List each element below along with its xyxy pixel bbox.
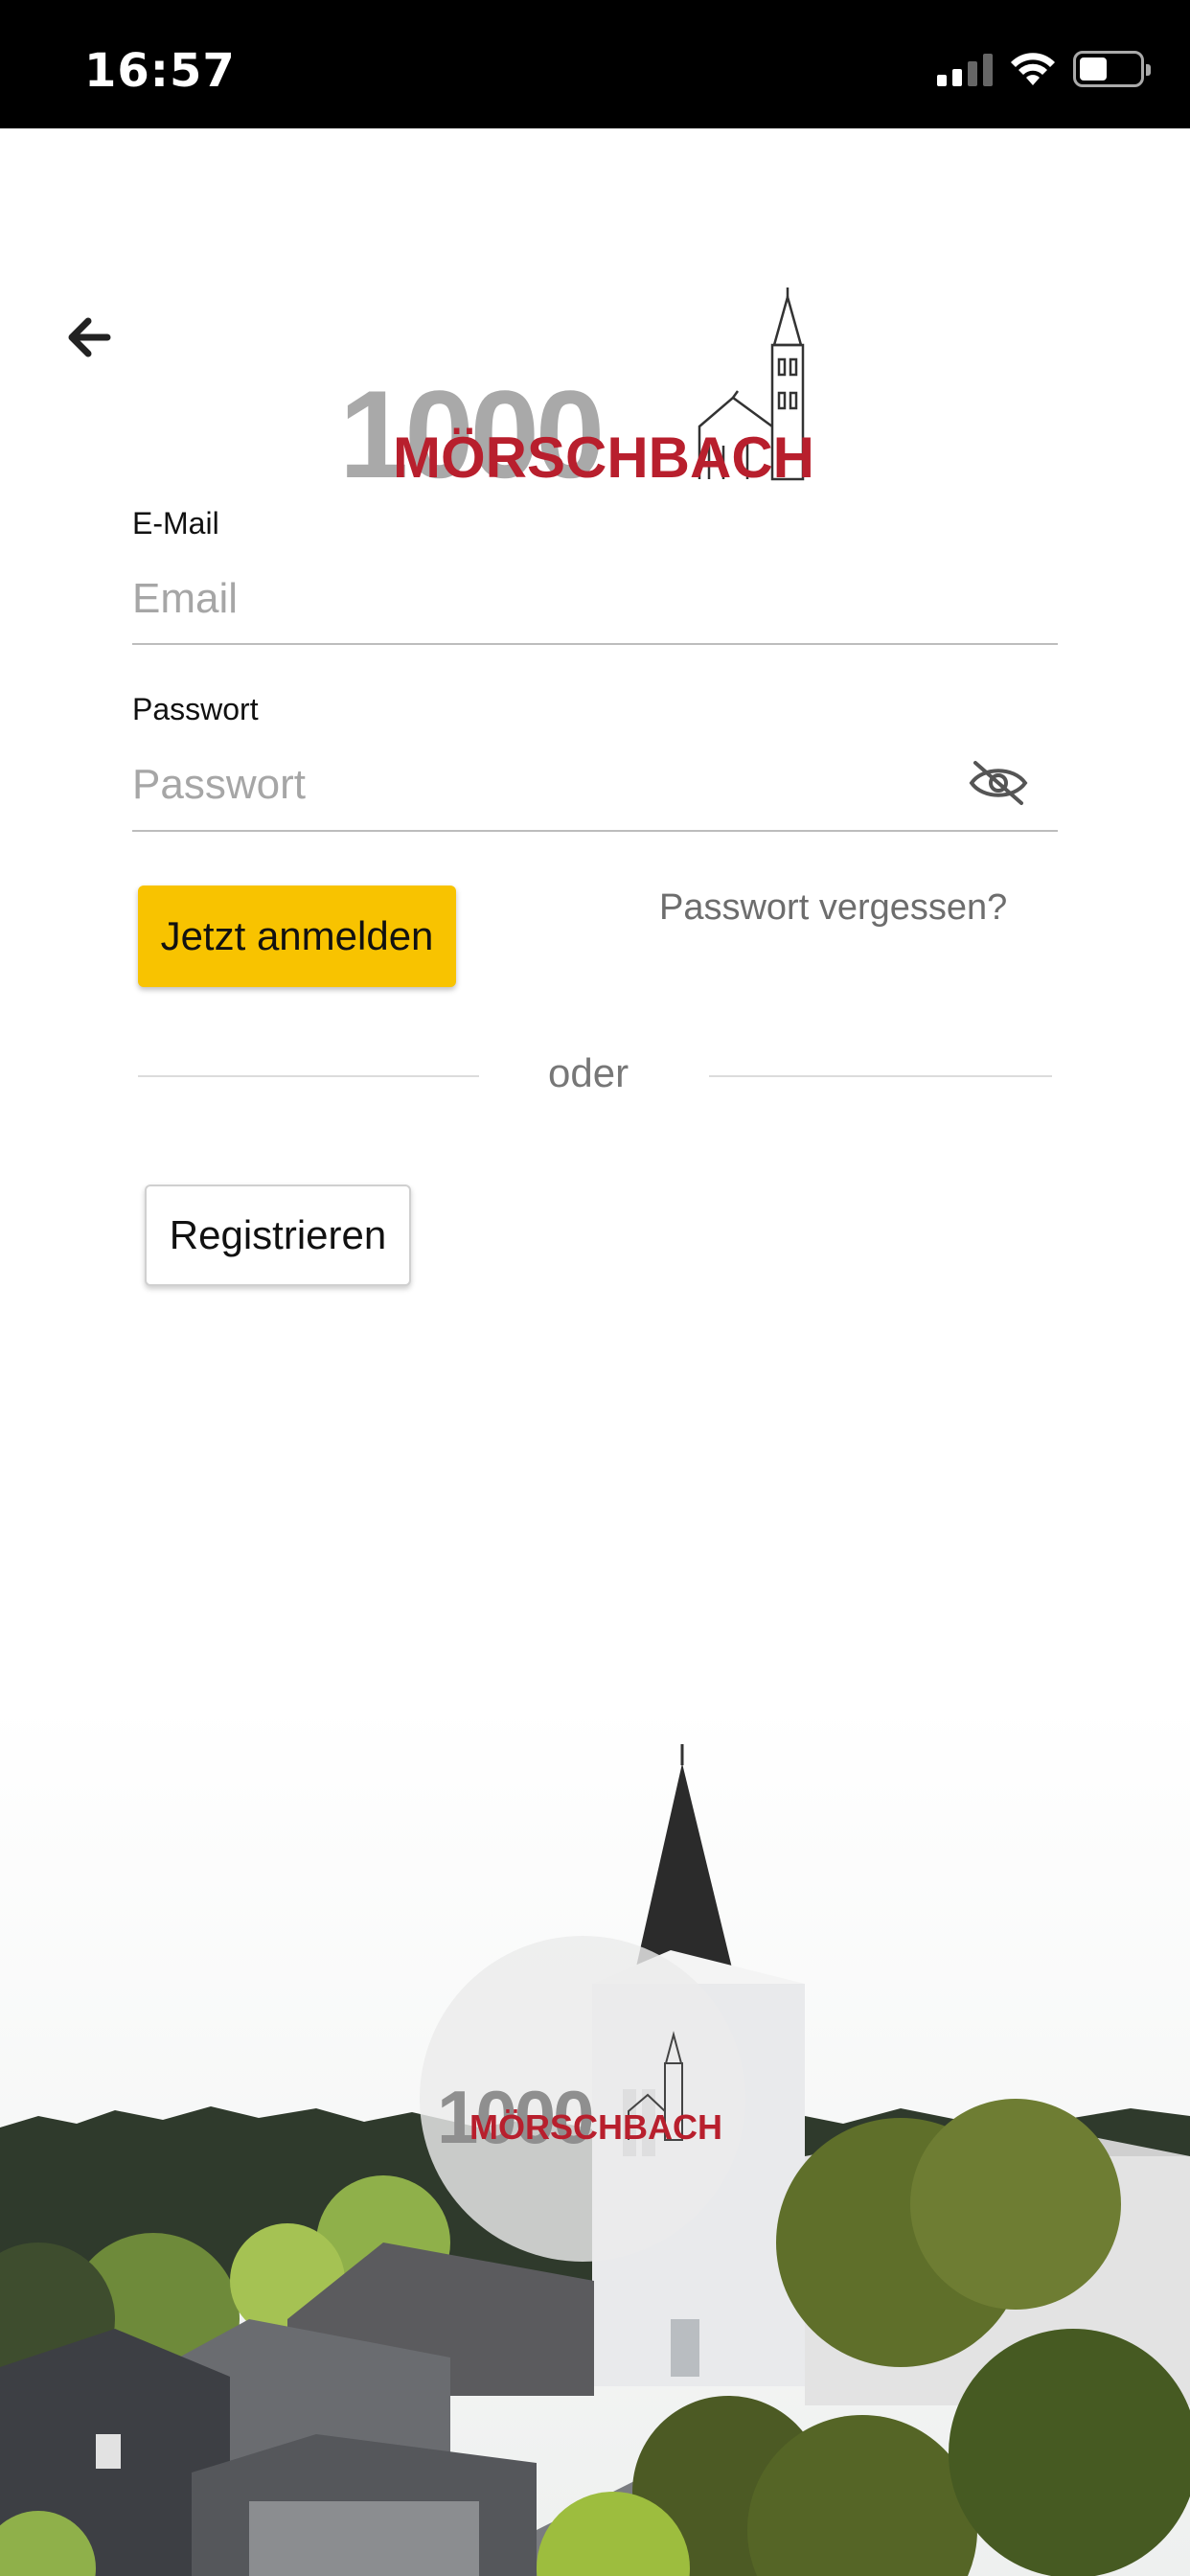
arrow-left-icon[interactable] xyxy=(59,309,117,366)
logo-name: MÖRSCHBACH xyxy=(393,426,814,490)
app-logo: 1000 MÖRSCHBACH xyxy=(335,288,853,496)
signal-icon xyxy=(937,52,993,86)
status-bar: 16:57 xyxy=(0,0,1190,128)
password-label: Passwort xyxy=(132,692,259,726)
email-input[interactable] xyxy=(132,567,1054,631)
eye-off-icon[interactable] xyxy=(968,759,1029,807)
watermark-logo: 1000 MÖRSCHBACH xyxy=(420,1936,745,2262)
watermark-name: MÖRSCHBACH xyxy=(469,2107,722,2147)
email-underline xyxy=(132,643,1058,645)
battery-icon xyxy=(1073,51,1151,87)
divider-line-left xyxy=(138,1075,479,1077)
email-label: E-Mail xyxy=(132,506,219,540)
password-input[interactable] xyxy=(132,753,956,816)
wifi-icon xyxy=(1011,53,1055,85)
divider-text: oder xyxy=(548,1050,629,1095)
status-icons xyxy=(937,48,1151,90)
login-button[interactable]: Jetzt anmelden xyxy=(138,886,456,987)
login-screen: 16:57 1000 MÖRSCHBACH E-Mail Email Passw… xyxy=(0,0,1190,2576)
status-time: 16:57 xyxy=(84,44,236,98)
forgot-password-link[interactable]: Passwort vergessen? xyxy=(659,887,1007,929)
password-underline xyxy=(132,830,1058,832)
divider-line-right xyxy=(709,1075,1052,1077)
register-button[interactable]: Registrieren xyxy=(145,1184,411,1286)
